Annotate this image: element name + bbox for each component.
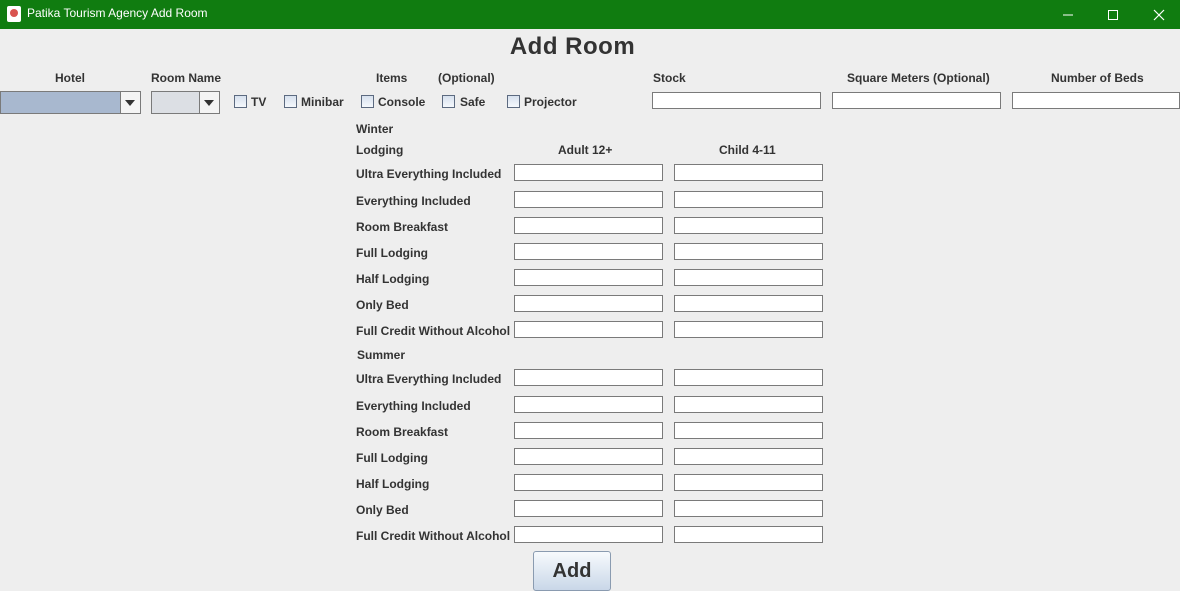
- projector-checkbox[interactable]: [507, 95, 520, 108]
- minibar-checkbox-label[interactable]: Minibar: [301, 95, 344, 109]
- winter-section-label: Winter: [356, 122, 394, 136]
- minimize-icon: [1063, 14, 1073, 16]
- winter-half-lodging-child-input[interactable]: [674, 269, 823, 286]
- hotel-label: Hotel: [55, 71, 85, 85]
- summer-everything-child-input[interactable]: [674, 396, 823, 413]
- hotel-select-arrow[interactable]: [120, 92, 140, 113]
- winter-ultra-adult-input[interactable]: [514, 164, 663, 181]
- winter-full-lodging-child-input[interactable]: [674, 243, 823, 260]
- winter-full-credit-adult-input[interactable]: [514, 321, 663, 338]
- maximize-button[interactable]: [1090, 0, 1136, 29]
- page-title: Add Room: [509, 33, 636, 60]
- tv-checkbox[interactable]: [234, 95, 247, 108]
- summer-only-bed-child-input[interactable]: [674, 500, 823, 517]
- summer-row-label: Full Credit Without Alcohol: [356, 529, 511, 543]
- winter-row-label: Room Breakfast: [356, 220, 449, 234]
- add-room-button[interactable]: Add: [533, 551, 611, 591]
- summer-full-credit-child-input[interactable]: [674, 526, 823, 543]
- winter-half-lodging-adult-input[interactable]: [514, 269, 663, 286]
- winter-row-label: Full Credit Without Alcohol: [356, 324, 511, 338]
- console-checkbox[interactable]: [361, 95, 374, 108]
- minimize-button[interactable]: [1045, 0, 1091, 29]
- summer-half-lodging-adult-input[interactable]: [514, 474, 663, 491]
- window-titlebar: Patika Tourism Agency Add Room: [0, 0, 1180, 29]
- winter-row-label: Only Bed: [356, 298, 409, 312]
- stock-input[interactable]: [652, 92, 821, 109]
- summer-ultra-adult-input[interactable]: [514, 369, 663, 386]
- projector-checkbox-label[interactable]: Projector: [524, 95, 577, 109]
- winter-row-label: Half Lodging: [356, 272, 430, 286]
- winter-only-bed-child-input[interactable]: [674, 295, 823, 312]
- minibar-checkbox[interactable]: [284, 95, 297, 108]
- winter-ultra-child-input[interactable]: [674, 164, 823, 181]
- chevron-down-icon: [204, 100, 214, 106]
- summer-full-lodging-child-input[interactable]: [674, 448, 823, 465]
- summer-row-label: Room Breakfast: [356, 425, 449, 439]
- summer-row-label: Ultra Everything Included: [356, 372, 502, 386]
- chevron-down-icon: [125, 100, 135, 106]
- number-of-beds-input[interactable]: [1012, 92, 1180, 109]
- child-column-label: Child 4-11: [719, 143, 776, 157]
- items-label: Items: [376, 71, 408, 85]
- hotel-select-value: [1, 92, 121, 113]
- winter-room-breakfast-adult-input[interactable]: [514, 217, 663, 234]
- hotel-select[interactable]: [0, 91, 141, 114]
- winter-row-label: Ultra Everything Included: [356, 167, 502, 181]
- winter-row-label: Full Lodging: [356, 246, 428, 260]
- stock-label: Stock: [653, 71, 686, 85]
- winter-everything-adult-input[interactable]: [514, 191, 663, 208]
- summer-everything-adult-input[interactable]: [514, 396, 663, 413]
- close-icon: [1153, 9, 1165, 21]
- room-name-select[interactable]: [151, 91, 220, 114]
- summer-ultra-child-input[interactable]: [674, 369, 823, 386]
- safe-checkbox-label[interactable]: Safe: [460, 95, 485, 109]
- square-meters-label: Square Meters (Optional): [847, 71, 990, 85]
- java-app-icon: [7, 6, 21, 22]
- summer-room-breakfast-child-input[interactable]: [674, 422, 823, 439]
- winter-everything-child-input[interactable]: [674, 191, 823, 208]
- summer-row-label: Everything Included: [356, 399, 471, 413]
- winter-full-credit-child-input[interactable]: [674, 321, 823, 338]
- summer-row-label: Half Lodging: [356, 477, 430, 491]
- summer-section-label: Summer: [357, 348, 406, 362]
- lodging-column-label: Lodging: [356, 143, 404, 157]
- winter-row-label: Everything Included: [356, 194, 471, 208]
- square-meters-input[interactable]: [832, 92, 1001, 109]
- winter-only-bed-adult-input[interactable]: [514, 295, 663, 312]
- items-optional-label: (Optional): [438, 71, 495, 85]
- window-title: Patika Tourism Agency Add Room: [27, 6, 208, 20]
- summer-full-lodging-adult-input[interactable]: [514, 448, 663, 465]
- safe-checkbox[interactable]: [442, 95, 455, 108]
- number-of-beds-label: Number of Beds: [1051, 71, 1144, 85]
- summer-full-credit-adult-input[interactable]: [514, 526, 663, 543]
- summer-only-bed-adult-input[interactable]: [514, 500, 663, 517]
- summer-room-breakfast-adult-input[interactable]: [514, 422, 663, 439]
- room-name-label: Room Name: [151, 71, 222, 85]
- summer-half-lodging-child-input[interactable]: [674, 474, 823, 491]
- close-button[interactable]: [1136, 0, 1180, 29]
- winter-full-lodging-adult-input[interactable]: [514, 243, 663, 260]
- room-name-select-value: [152, 92, 200, 113]
- console-checkbox-label[interactable]: Console: [378, 95, 425, 109]
- maximize-icon: [1108, 10, 1118, 20]
- adult-column-label: Adult 12+: [558, 143, 613, 157]
- tv-checkbox-label[interactable]: TV: [251, 95, 266, 109]
- winter-room-breakfast-child-input[interactable]: [674, 217, 823, 234]
- summer-row-label: Full Lodging: [356, 451, 428, 465]
- summer-row-label: Only Bed: [356, 503, 409, 517]
- room-name-select-arrow[interactable]: [199, 92, 219, 113]
